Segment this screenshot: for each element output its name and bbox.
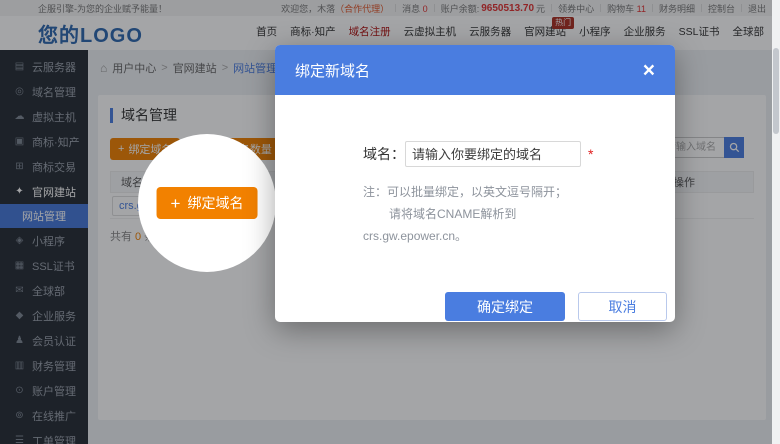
bind-domain-modal: 绑定新域名 × 域名： * 注：可以批量绑定，以英文逗号隔开； 请将域名CNAM… bbox=[275, 45, 675, 322]
note-line-2: 请将域名CNAME解析到 bbox=[363, 203, 675, 225]
modal-header: 绑定新域名 × bbox=[275, 45, 675, 95]
spotlight-bind-domain-button[interactable]: +绑定域名 bbox=[157, 187, 258, 219]
modal-note: 注：可以批量绑定，以英文逗号隔开； 请将域名CNAME解析到 crs.gw.ep… bbox=[363, 181, 675, 247]
note-line-3: crs.gw.epower.cn。 bbox=[363, 229, 467, 243]
spotlight-circle: +绑定域名 bbox=[138, 134, 276, 272]
scrollbar-thumb[interactable] bbox=[773, 48, 779, 134]
modal-title: 绑定新域名 bbox=[295, 60, 370, 81]
domain-field-label: 域名： bbox=[363, 144, 405, 164]
modal-body: 域名： * 注：可以批量绑定，以英文逗号隔开； 请将域名CNAME解析到 crs… bbox=[275, 95, 675, 247]
plus-icon: + bbox=[171, 195, 181, 212]
page-scrollbar[interactable] bbox=[772, 0, 780, 444]
confirm-bind-button[interactable]: 确定绑定 bbox=[445, 292, 565, 321]
domain-field-row: 域名： * bbox=[363, 141, 675, 167]
cancel-button[interactable]: 取消 bbox=[578, 292, 667, 321]
page: 企服引擎-为您的企业赋予能量！ 欢迎您，木落 （合作代理） 消息 0 账户余额:… bbox=[0, 0, 780, 444]
note-line-1: 注：可以批量绑定，以英文逗号隔开； bbox=[363, 185, 567, 199]
domain-input[interactable] bbox=[405, 141, 581, 167]
required-mark: * bbox=[588, 146, 593, 162]
close-icon[interactable]: × bbox=[643, 60, 655, 81]
